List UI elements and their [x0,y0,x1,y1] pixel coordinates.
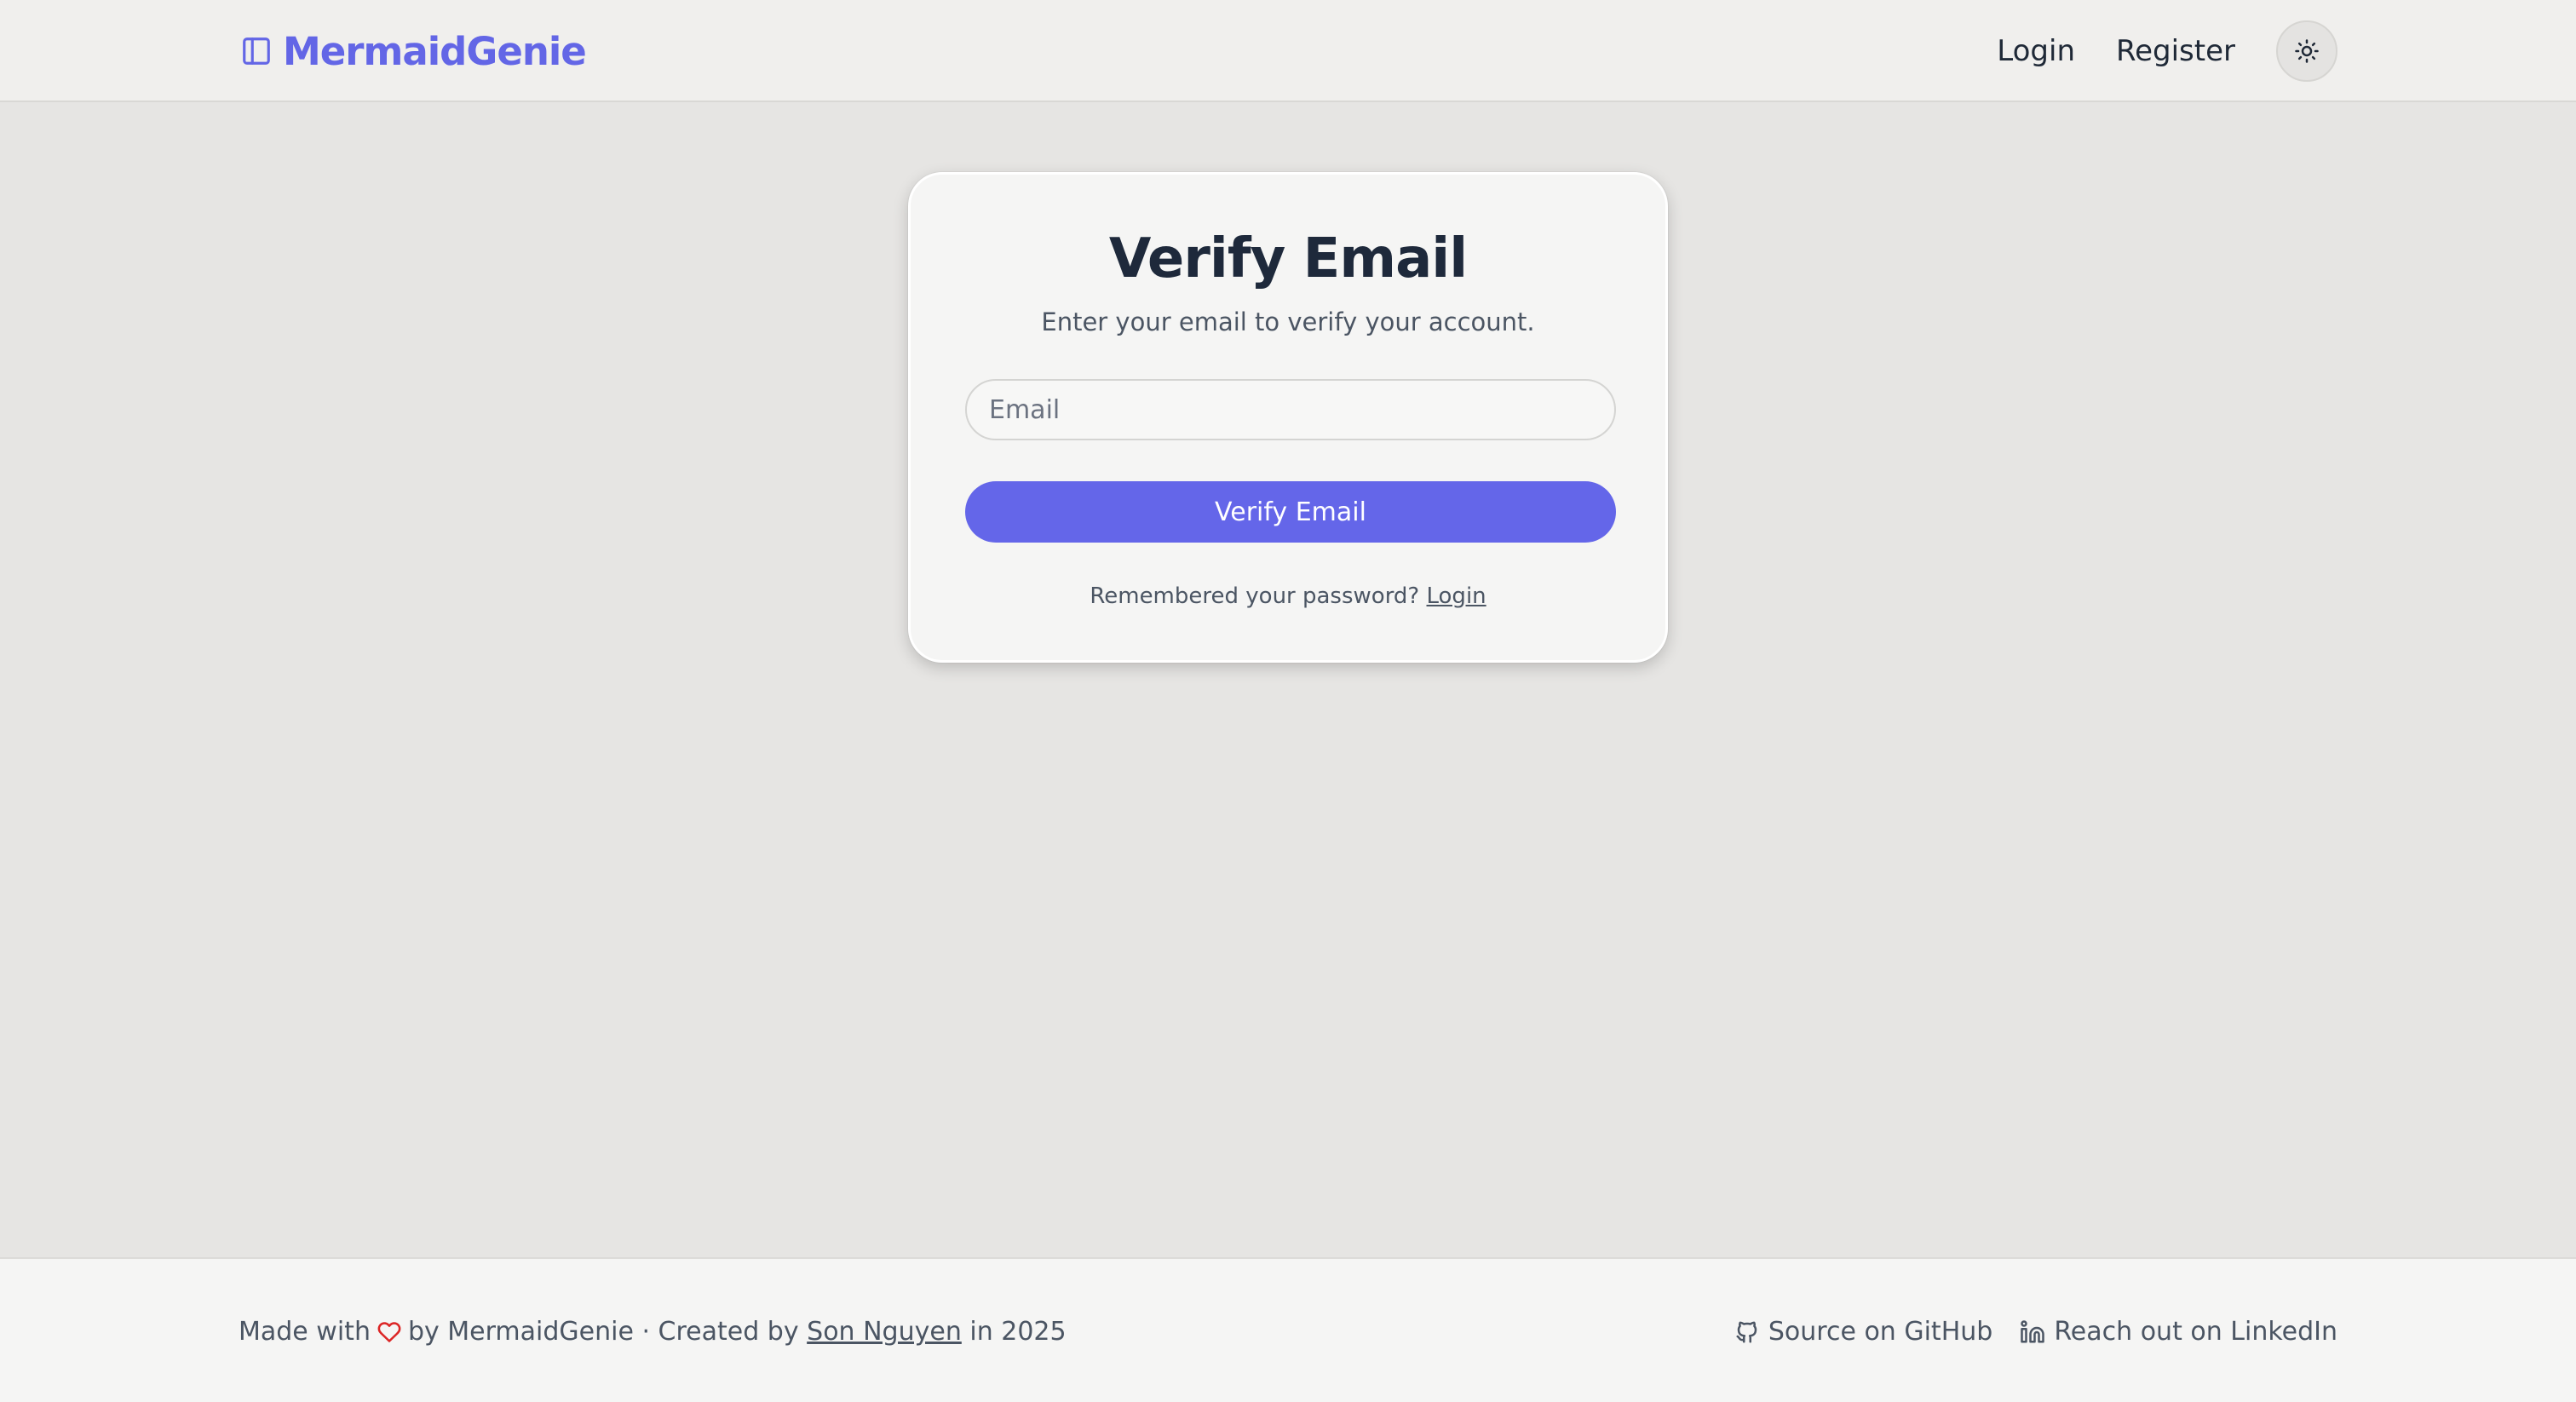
nav-register-link[interactable]: Register [2116,34,2235,68]
nav-login-link[interactable]: Login [1997,34,2075,68]
github-link[interactable]: Source on GitHub [1734,1317,1992,1347]
brand-name: MermaidGenie [283,28,587,74]
top-navbar: MermaidGenie Login Register [0,0,2576,102]
page-title: Verify Email [1108,227,1468,290]
site-footer: Made with by MermaidGenie · Created by S… [0,1257,2576,1402]
page: MermaidGenie Login Register Verify Email… [0,0,2576,1402]
author-link[interactable]: Son Nguyen [807,1317,962,1347]
linkedin-link-label: Reach out on LinkedIn [2054,1317,2337,1347]
footer-links: Source on GitHub Reach out on LinkedIn [1734,1317,2337,1347]
made-with-text: Made with [239,1317,371,1347]
year-text: in 2025 [969,1317,1067,1347]
verify-email-card: Verify Email Enter your email to verify … [908,172,1668,663]
footer-credits: Made with by MermaidGenie · Created by S… [239,1317,1067,1347]
linkedin-link[interactable]: Reach out on LinkedIn [2020,1317,2337,1347]
heart-icon [377,1321,401,1342]
linkedin-icon [2021,1319,2045,1342]
panel-left-icon [243,37,270,65]
remembered-password-text: Remembered your password? [1090,583,1420,609]
card-footer: Remembered your password? Login [911,583,1665,609]
by-created-by-text: by MermaidGenie · Created by [407,1317,799,1347]
header-nav: Login Register [1997,20,2337,82]
verify-email-button[interactable]: Verify Email [965,481,1616,543]
email-field[interactable] [965,379,1616,440]
page-subtitle: Enter your email to verify your account. [1041,307,1535,336]
brand-logo-link[interactable]: MermaidGenie [240,26,587,77]
theme-toggle-button[interactable] [2276,20,2337,82]
card-login-link[interactable]: Login [1427,583,1486,609]
github-link-label: Source on GitHub [1768,1317,1993,1347]
github-icon [1736,1321,1757,1342]
sun-icon [2295,39,2319,63]
